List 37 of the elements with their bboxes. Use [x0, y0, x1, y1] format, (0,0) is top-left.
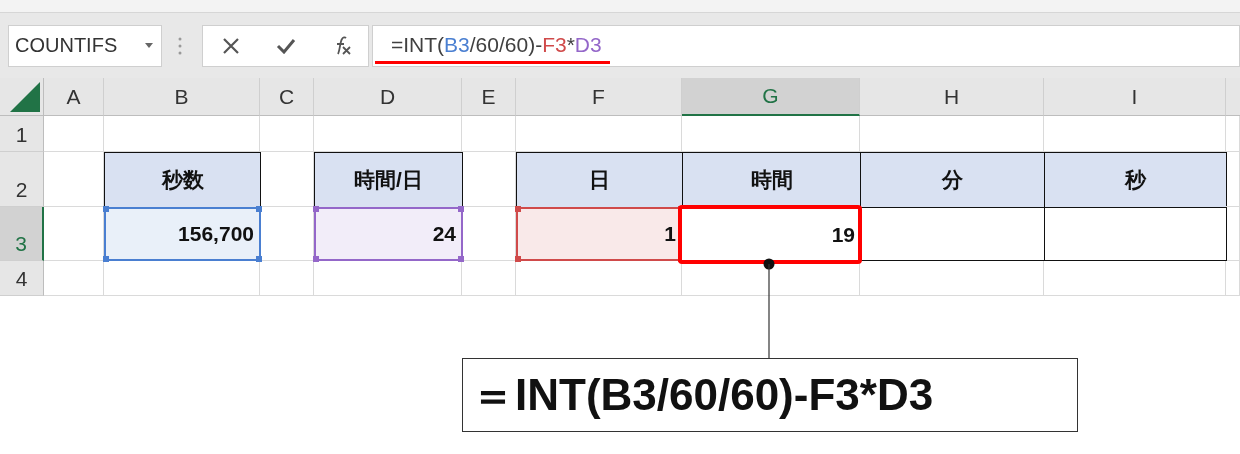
column-header[interactable]: A [44, 78, 104, 116]
empty-cell [260, 261, 314, 296]
empty-cell [1226, 207, 1240, 261]
triangle-icon [10, 82, 40, 112]
checkmark-icon [275, 37, 296, 54]
column-header[interactable]: H [860, 78, 1044, 116]
name-box[interactable]: COUNTIFS [8, 24, 162, 67]
empty-cell [1226, 261, 1240, 296]
table-header-cell: 日 [516, 152, 683, 208]
column-header[interactable]: B [104, 78, 260, 116]
column-header[interactable]: C [260, 78, 314, 116]
table-header-cell: 時間 [682, 152, 861, 208]
caret-icon [145, 43, 153, 48]
row-header[interactable]: 3 [0, 207, 44, 261]
row-header[interactable]: 4 [0, 261, 44, 296]
row-header[interactable]: 2 [0, 152, 44, 207]
close-icon [221, 36, 240, 55]
column-header[interactable]: G [682, 78, 860, 116]
formula-callout: ＝INT(B3/60/60)-F3*D3 [462, 358, 1078, 432]
table-cell: 24 [314, 207, 463, 261]
column-header[interactable]: D [314, 78, 462, 116]
table-cell: 156,700 [104, 207, 261, 261]
formula-field[interactable]: =INT(B3/60/60)-F3*D3 [372, 24, 1240, 67]
empty-cell [260, 116, 314, 152]
column-header[interactable]: F [516, 78, 682, 116]
row-header[interactable]: 1 [0, 116, 44, 152]
table-header-cell: 時間/日 [314, 152, 463, 208]
empty-cell [1226, 152, 1240, 207]
table-header-cell: 分 [860, 152, 1045, 208]
select-all-button[interactable] [0, 78, 44, 116]
empty-cell [462, 261, 516, 296]
table-cell: 19 [678, 205, 862, 264]
column-header[interactable]: I [1044, 78, 1226, 116]
column-header[interactable]: E [462, 78, 516, 116]
empty-cell [462, 116, 516, 152]
table-header-cell: 秒数 [104, 152, 261, 208]
table-header-cell: 秒 [1044, 152, 1227, 208]
